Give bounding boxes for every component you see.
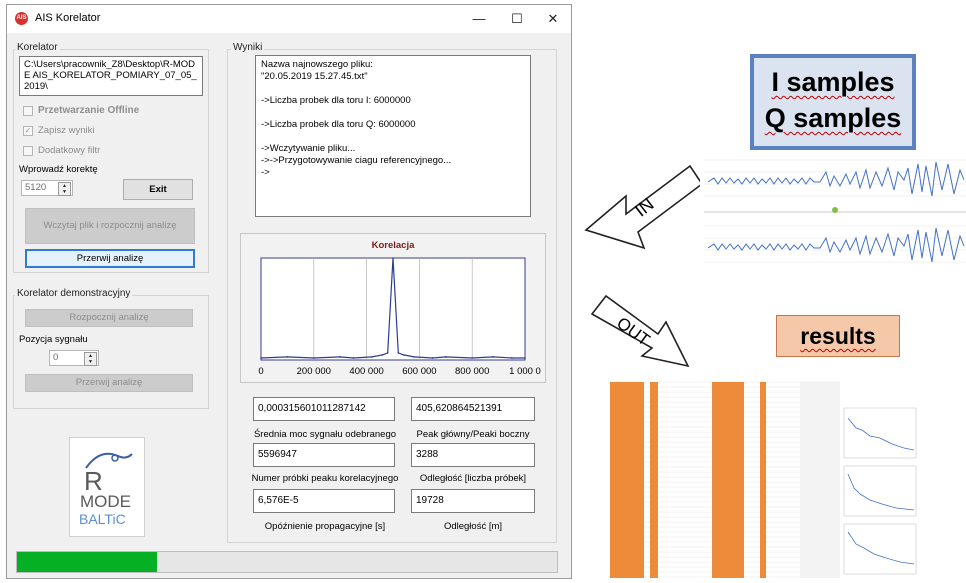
chart-point (381, 354, 384, 356)
distance-meters-value[interactable]: 19728 (411, 489, 535, 513)
demo-start-button[interactable]: Rozpocznij analizę (25, 309, 193, 327)
extra-filter-checkbox[interactable]: Dodatkowy filtr (23, 145, 100, 156)
chart-point (260, 357, 262, 359)
save-results-checkbox[interactable]: ✓ Zapisz wyniki (23, 125, 95, 136)
chart-x-tick-label: 600 000 (402, 366, 436, 377)
demo-group-label: Korelator demonstracyjny (15, 288, 133, 299)
iq-signal-plot (700, 150, 966, 270)
offline-checkbox-box[interactable] (23, 105, 33, 116)
distance-samples-caption: Odległość [liczba próbek] (419, 473, 527, 484)
extra-filter-label: Dodatkowy filtr (38, 145, 101, 156)
correlation-chart: Korelacja 0 200 000 400 000 600 000 800 000 1… (240, 233, 546, 383)
distance-samples-value[interactable]: 3288 (411, 443, 535, 467)
signal-position-label: Pozycja sygnału (19, 334, 88, 345)
chart-point (471, 357, 473, 359)
in-arrow-icon: IN (584, 164, 704, 250)
iq-line-q: Q samples (764, 103, 902, 133)
peak-sample-value[interactable]: 5596947 (253, 443, 395, 467)
offline-checkbox[interactable]: Przetwarzanie Offline (23, 105, 139, 116)
peak-ratio-value[interactable]: 405,620864521391 (411, 397, 535, 421)
title-bar: AIS AIS Korelator — ☐ ✕ (7, 5, 571, 33)
chart-plot: 0 200 000 400 000 600 000 800 000 1 000 0 (258, 257, 541, 377)
exit-button[interactable]: Exit (123, 179, 193, 200)
korelator-group-label: Korelator (15, 42, 60, 53)
chart-point (511, 357, 513, 359)
chart-point (524, 357, 526, 359)
iq-samples-box: I samples Q samples (750, 54, 916, 150)
save-results-label: Zapisz wyniki (38, 125, 95, 136)
chart-point (392, 257, 394, 259)
stop-analysis-button[interactable]: Przerwij analizę (25, 249, 195, 268)
chart-x-tick-label: 200 000 (297, 366, 331, 377)
peak-sample-caption: Numer próbki peaku korelacyjnego (251, 473, 399, 484)
chart-point (339, 356, 341, 358)
window-title: AIS Korelator (35, 12, 101, 24)
chart-point (371, 356, 373, 358)
avg-power-value[interactable]: 0,000315601011287142 (253, 397, 395, 421)
close-button[interactable]: ✕ (539, 9, 567, 29)
chart-point (286, 356, 289, 358)
iq-line-i: I samples (771, 67, 895, 97)
results-log[interactable]: Nazwa najnowszego pliku: "20.05.2019 15.… (255, 55, 531, 217)
minimize-button[interactable]: — (465, 9, 493, 29)
spinner-arrows-icon[interactable]: ▲ ▼ (84, 352, 97, 366)
ais-app-icon: AIS (15, 12, 28, 25)
propagation-delay-caption: Opóźnienie propagacyjne [s] (264, 521, 386, 532)
logo-text-baltic: BALTiC (79, 511, 126, 527)
results-spreadsheet-thumbnail (610, 378, 966, 578)
propagation-delay-value[interactable]: 6,576E-5 (253, 489, 395, 513)
app-window: AIS AIS Korelator — ☐ ✕ Korelator C:\Use… (6, 4, 572, 579)
chart-point (413, 356, 415, 358)
rmode-baltic-logo: R MODE BALTiC (69, 437, 145, 537)
distance-meters-caption: Odległość [m] (443, 521, 503, 532)
results-label: results (800, 323, 876, 349)
spinner-arrows-icon[interactable]: ▲ ▼ (58, 182, 71, 196)
correction-label: Wprowadź korektę (19, 164, 98, 175)
results-box: results (776, 315, 900, 357)
progress-bar-fill (17, 552, 158, 572)
avg-power-caption: Średnia moc sygnału odebranego (253, 429, 397, 440)
chart-x-tick-label: 0 (258, 366, 263, 377)
out-arrow-icon: OUT (590, 294, 690, 368)
correction-spinner[interactable]: 5120 ▲ ▼ (21, 180, 73, 196)
correction-value: 5120 (25, 182, 47, 193)
extra-filter-checkbox-box[interactable] (23, 145, 33, 156)
logo-text-mode: MODE (80, 492, 131, 511)
peak-ratio-caption: Peak główny/Peaki boczny (416, 429, 530, 440)
offline-checkbox-label: Przetwarzanie Offline (38, 105, 140, 116)
load-start-button[interactable]: Wczytaj plik i rozpocznij analizę (25, 208, 195, 244)
chart-point (352, 357, 355, 359)
path-field[interactable]: C:\Users\pracownik_Z8\Desktop\R-MODE AIS… (19, 56, 203, 96)
chart-point (397, 352, 400, 354)
chart-point (386, 352, 389, 354)
signal-position-value: 0 (53, 352, 59, 363)
progress-bar (16, 551, 558, 573)
chart-point (402, 354, 405, 356)
chart-plot-area (260, 257, 526, 361)
chart-point (492, 356, 495, 358)
signal-position-spinner[interactable]: 0 ▲ ▼ (49, 350, 99, 366)
chart-x-tick-label: 800 000 (455, 366, 489, 377)
maximize-button[interactable]: ☐ (503, 9, 531, 29)
chart-x-tick-label: 400 000 (349, 366, 383, 377)
chart-point (431, 357, 434, 359)
save-results-check-icon[interactable]: ✓ (23, 125, 33, 136)
demo-stop-button[interactable]: Przerwij analizę (25, 374, 193, 392)
chart-point (445, 356, 447, 358)
wyniki-group-label: Wyniki (231, 42, 265, 53)
chart-point (313, 357, 315, 359)
chart-x-tick-label: 1 000 0 (509, 366, 541, 377)
